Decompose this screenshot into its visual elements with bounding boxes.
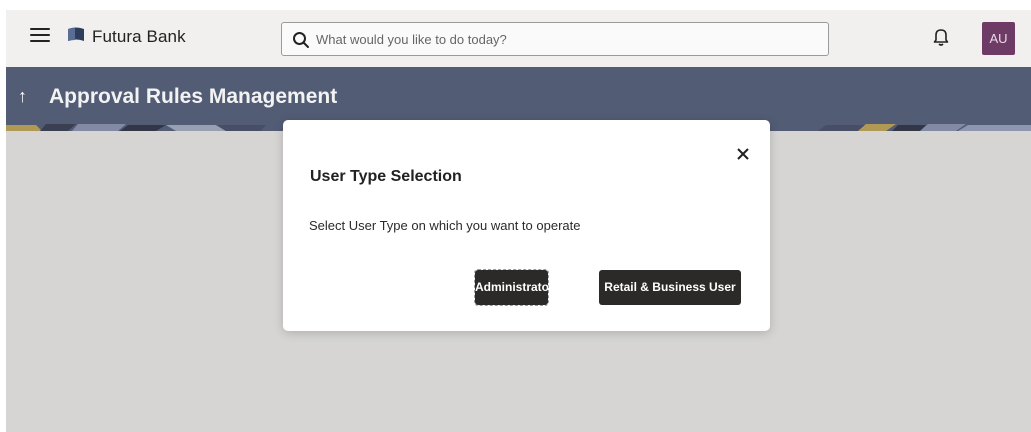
page-title: Approval Rules Management xyxy=(49,85,338,108)
bank-logo-icon[interactable] xyxy=(66,26,86,44)
app-frame: Futura Bank AU xyxy=(6,10,1031,432)
back-arrow-icon[interactable]: ↑ xyxy=(18,86,27,107)
administrator-button[interactable]: Administrator xyxy=(474,269,554,306)
user-avatar[interactable]: AU xyxy=(982,22,1015,55)
close-icon[interactable] xyxy=(735,146,751,162)
search-icon xyxy=(293,32,309,48)
hamburger-menu-icon[interactable] xyxy=(30,28,50,44)
search-input[interactable] xyxy=(316,23,816,55)
retail-business-user-button[interactable]: Retail & Business User xyxy=(599,270,741,305)
top-navigation-bar: Futura Bank AU xyxy=(6,10,1031,67)
global-search[interactable] xyxy=(281,22,829,56)
dialog-message: Select User Type on which you want to op… xyxy=(309,218,581,233)
user-type-selection-dialog: User Type Selection Select User Type on … xyxy=(283,120,770,331)
dialog-title: User Type Selection xyxy=(310,168,462,185)
brand-name[interactable]: Futura Bank xyxy=(92,27,186,47)
bell-icon[interactable] xyxy=(932,27,950,47)
